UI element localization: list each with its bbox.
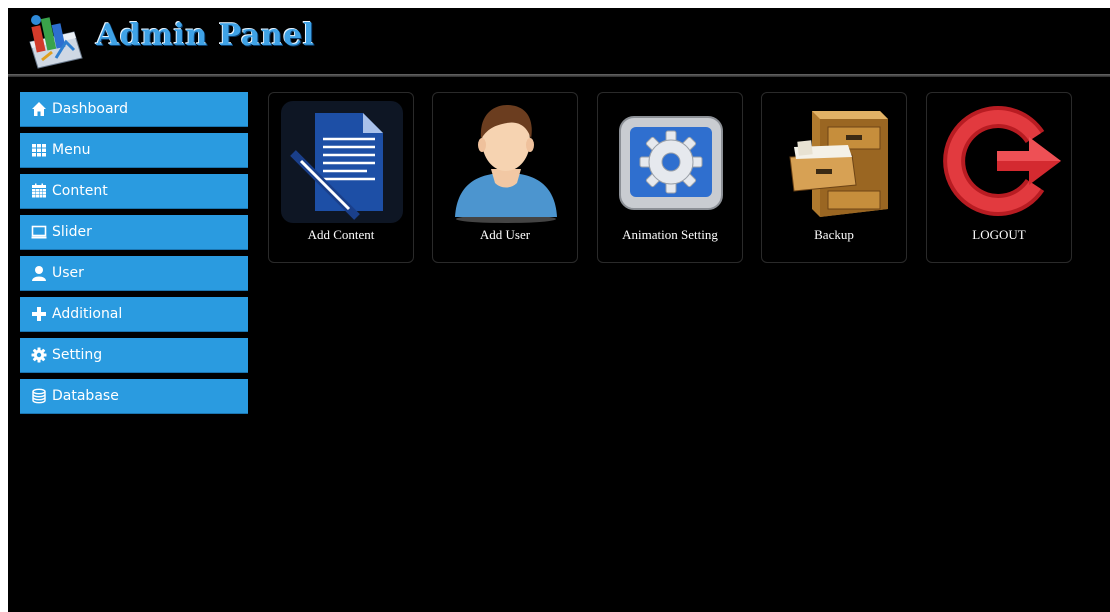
chart-logo-icon[interactable] [22, 12, 88, 70]
person-avatar-icon [443, 99, 569, 225]
tile-label: Backup [814, 227, 854, 242]
tile-label: Add Content [307, 227, 375, 242]
header: Admin Panel [8, 8, 1110, 74]
plus-icon [31, 306, 47, 322]
sidebar-item-label: Additional [52, 306, 123, 322]
tile-add-content[interactable]: Add Content [268, 92, 414, 263]
sidebar-item-dashboard[interactable]: Dashboard [20, 92, 248, 127]
sidebar-item-user[interactable]: User [20, 256, 248, 291]
sidebar-item-label: Dashboard [52, 101, 128, 117]
grid-icon [31, 142, 47, 158]
tile-backup[interactable]: Backup [761, 92, 907, 263]
app-window: Admin Panel Dashboard Menu Content Slide… [8, 8, 1110, 612]
tile-animation-setting[interactable]: Animation Setting [597, 92, 743, 263]
tile-add-user[interactable]: Add User [432, 92, 578, 263]
user-icon [31, 265, 47, 281]
sidebar-item-label: Content [52, 183, 108, 199]
sidebar-item-slider[interactable]: Slider [20, 215, 248, 250]
tile-label: LOGOUT [972, 227, 1026, 242]
sidebar-item-database[interactable]: Database [20, 379, 248, 414]
database-icon [31, 388, 47, 404]
home-icon [31, 101, 47, 117]
tile-label: Animation Setting [622, 227, 718, 242]
app-title: Admin Panel [96, 18, 315, 53]
tile-label: Add User [479, 227, 531, 242]
sidebar-item-label: User [52, 265, 84, 281]
logout-arrow-icon [937, 99, 1063, 225]
sidebar-nav: Dashboard Menu Content Slider User Addit… [20, 92, 248, 420]
sidebar-item-label: Database [52, 388, 119, 404]
filing-cabinet-icon [772, 99, 898, 225]
gear-app-icon [608, 99, 734, 225]
gear-icon [31, 347, 47, 363]
sidebar-item-menu[interactable]: Menu [20, 133, 248, 168]
document-pen-icon [279, 99, 405, 225]
sidebar-item-label: Slider [52, 224, 92, 240]
tile-logout[interactable]: LOGOUT [926, 92, 1072, 263]
sidebar-item-label: Setting [52, 347, 103, 363]
sidebar-item-setting[interactable]: Setting [20, 338, 248, 373]
sidebar-item-label: Menu [52, 142, 91, 158]
calendar-icon [31, 183, 47, 199]
header-divider [8, 74, 1110, 77]
sidebar-item-additional[interactable]: Additional [20, 297, 248, 332]
sidebar-item-content[interactable]: Content [20, 174, 248, 209]
monitor-icon [31, 224, 47, 240]
